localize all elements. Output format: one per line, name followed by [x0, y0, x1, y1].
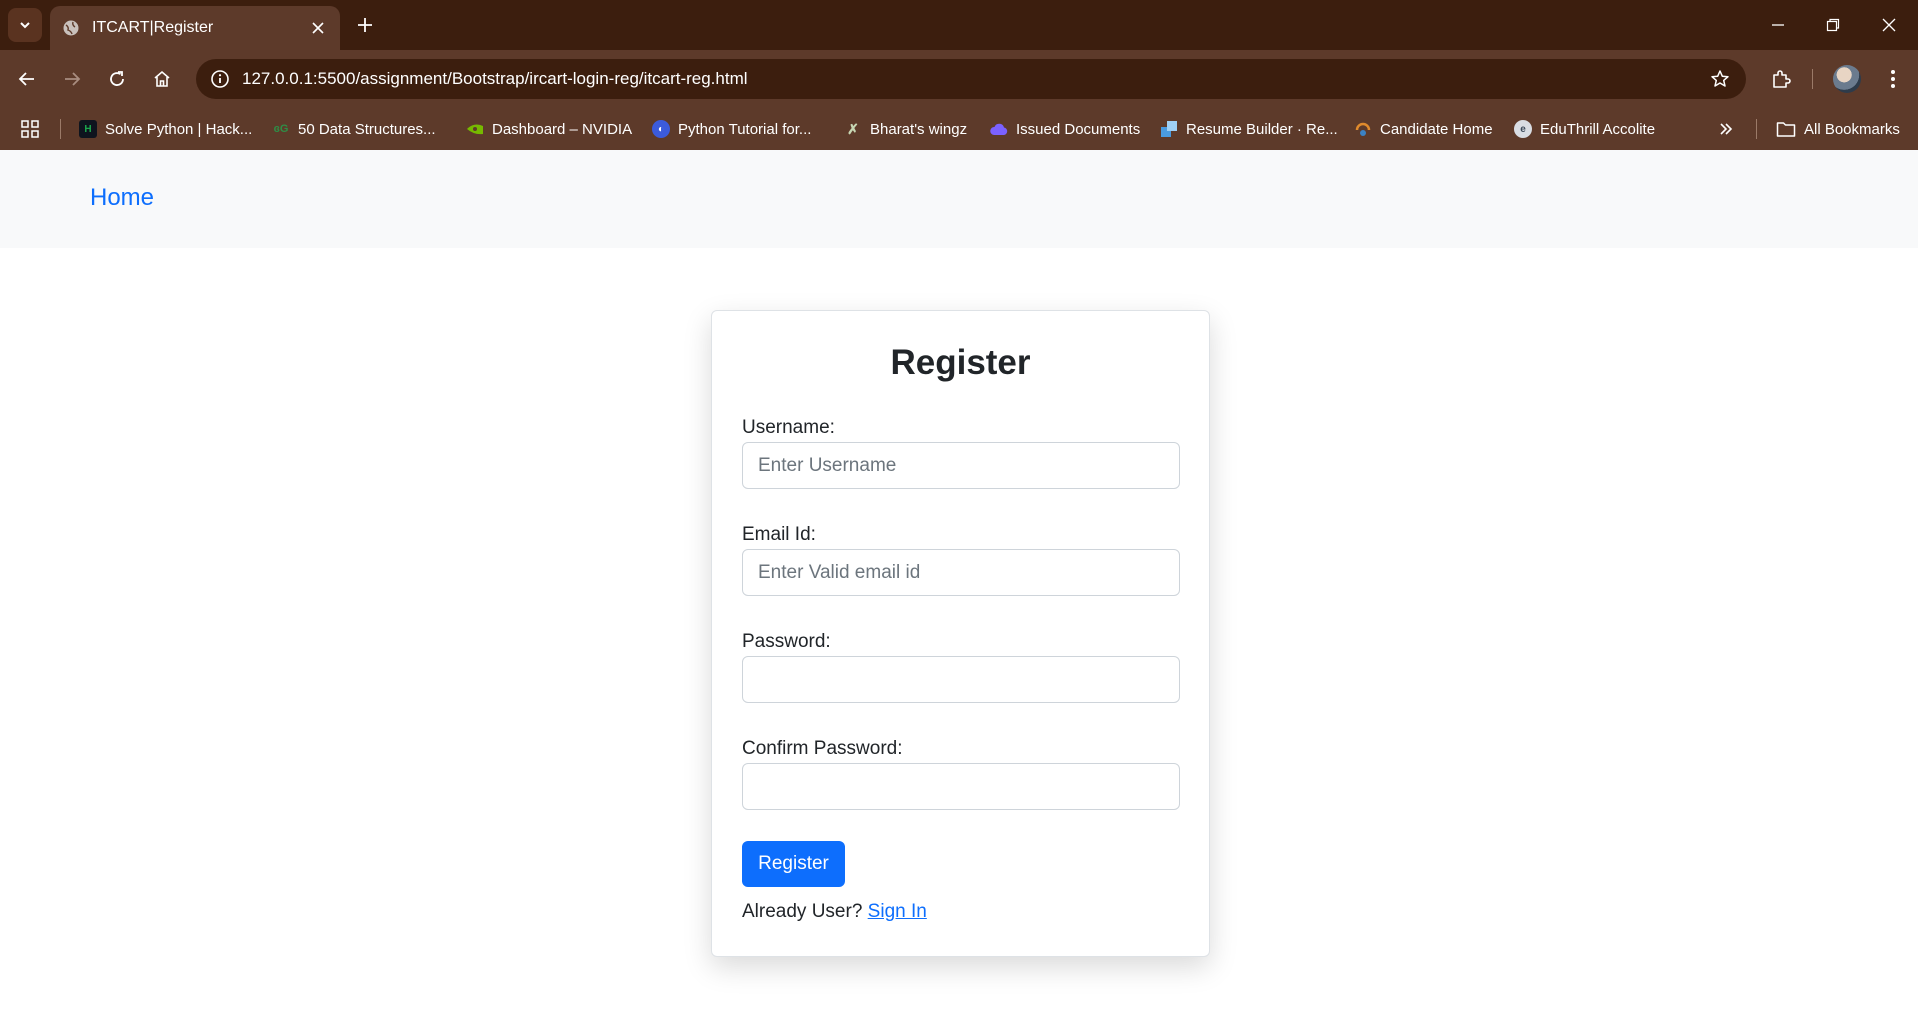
close-window-button[interactable]	[1874, 12, 1904, 38]
all-bookmarks-button[interactable]: All Bookmarks	[1776, 117, 1900, 141]
candidate-icon	[1354, 120, 1372, 138]
bookmark-label: Resume Builder · Re...	[1186, 120, 1338, 138]
restore-button[interactable]	[1818, 12, 1848, 38]
tab-title: ITCART|Register	[92, 19, 214, 36]
bookmarks-divider	[1756, 119, 1757, 139]
forward-button[interactable]	[59, 66, 85, 92]
reload-button[interactable]	[104, 66, 130, 92]
restore-icon	[1826, 18, 1840, 32]
profile-avatar[interactable]	[1832, 64, 1862, 94]
bookmark-eduthrill[interactable]: e EduThrill Accolite	[1514, 117, 1655, 141]
username-input[interactable]	[742, 442, 1180, 489]
extensions-icon[interactable]	[1766, 64, 1796, 94]
toolbar-divider	[1812, 69, 1813, 89]
email-input[interactable]	[742, 549, 1180, 596]
bookmark-label: Dashboard – NVIDIA	[492, 120, 633, 138]
already-user-text: Already User?	[742, 901, 863, 922]
site-info-icon[interactable]	[208, 67, 232, 91]
register-button[interactable]: Register	[742, 841, 845, 887]
chevron-double-right-icon	[1720, 123, 1733, 135]
hackerrank-icon: H	[79, 120, 97, 138]
form-title: Register	[890, 343, 1031, 382]
home-icon	[154, 70, 170, 87]
bookmark-label: Candidate Home	[1380, 120, 1493, 138]
more-bookmarks-button[interactable]	[1718, 117, 1734, 141]
tab-close-button[interactable]	[308, 18, 328, 38]
bookmark-label: Solve Python | Hack...	[105, 120, 253, 138]
arrow-left-icon	[18, 72, 34, 86]
eduthrill-icon: e	[1514, 120, 1532, 138]
close-icon	[1882, 18, 1896, 32]
email-label: Email Id:	[742, 524, 816, 545]
bookmark-label: 50 Data Structures...	[298, 120, 436, 138]
nvidia-icon	[466, 120, 484, 138]
back-button[interactable]	[14, 66, 40, 92]
more-vert-icon	[1891, 70, 1895, 88]
username-label: Username:	[742, 417, 835, 438]
bookmark-candidate-home[interactable]: Candidate Home	[1354, 117, 1493, 141]
reload-icon	[110, 71, 124, 86]
plus-icon	[358, 18, 372, 32]
bookmark-star-icon[interactable]	[1708, 67, 1732, 91]
apps-grid-icon	[21, 120, 39, 138]
bookmarks-bar: H Solve Python | Hack... ɞG 50 Data Stru…	[0, 108, 1918, 150]
chevron-down-icon	[20, 22, 30, 29]
tab-strip: ITCART|Register	[0, 0, 1918, 50]
signin-prompt: Already User? Sign In	[742, 901, 927, 923]
password-input[interactable]	[742, 656, 1180, 703]
bookmark-label: EduThrill Accolite	[1540, 120, 1656, 138]
bookmark-hackerrank[interactable]: H Solve Python | Hack...	[79, 117, 252, 141]
bookmark-resume-builder[interactable]: Resume Builder · Re...	[1160, 117, 1338, 141]
site-navbar: Home	[0, 150, 1918, 248]
minimize-button[interactable]	[1763, 12, 1793, 38]
avatar-image	[1833, 65, 1861, 93]
globe-icon	[63, 20, 79, 36]
confirm-password-input[interactable]	[742, 763, 1180, 810]
python-icon: ◐	[652, 120, 670, 138]
sign-in-link[interactable]: Sign In	[868, 901, 927, 922]
home-button[interactable]	[149, 66, 175, 92]
active-tab[interactable]: ITCART|Register	[50, 6, 340, 50]
url-text[interactable]: 127.0.0.1:5500/assignment/Bootstrap/irca…	[242, 69, 748, 89]
bookmark-python-tutorial[interactable]: ◐ Python Tutorial for...	[652, 117, 811, 141]
menu-button[interactable]	[1878, 64, 1908, 94]
folder-icon	[1776, 122, 1796, 137]
apps-button[interactable]	[20, 117, 40, 141]
bookmark-nvidia[interactable]: Dashboard – NVIDIA	[466, 117, 632, 141]
close-icon	[312, 22, 324, 34]
nav-home-link[interactable]: Home	[90, 184, 154, 212]
bookmark-geeksforgeeks[interactable]: ɞG 50 Data Structures...	[272, 117, 436, 141]
minimize-icon	[1772, 24, 1784, 26]
tab-search-button[interactable]	[8, 8, 42, 42]
password-label: Password:	[742, 631, 831, 652]
wingz-icon: ✗	[847, 120, 859, 137]
confirm-password-label: Confirm Password:	[742, 738, 903, 759]
arrow-right-icon	[65, 72, 81, 86]
browser-toolbar: 127.0.0.1:5500/assignment/Bootstrap/irca…	[0, 50, 1918, 108]
bookmark-bharats-wingz[interactable]: ✗ Bharat's wingz	[844, 117, 967, 141]
address-bar[interactable]: 127.0.0.1:5500/assignment/Bootstrap/irca…	[196, 59, 1746, 99]
bookmark-issued-documents[interactable]: Issued Documents	[990, 117, 1140, 141]
geeksforgeeks-icon: ɞG	[273, 123, 289, 135]
register-card: Register Username: Email Id: Password: C…	[711, 310, 1210, 957]
resume-icon	[1160, 120, 1178, 138]
bookmark-label: Bharat's wingz	[870, 120, 968, 138]
bookmark-label: Issued Documents	[1016, 120, 1141, 138]
all-bookmarks-label: All Bookmarks	[1804, 120, 1900, 138]
bookmark-label: Python Tutorial for...	[678, 120, 812, 138]
cloud-icon	[990, 120, 1008, 138]
new-tab-button[interactable]	[352, 12, 378, 38]
bookmarks-divider	[60, 119, 61, 139]
